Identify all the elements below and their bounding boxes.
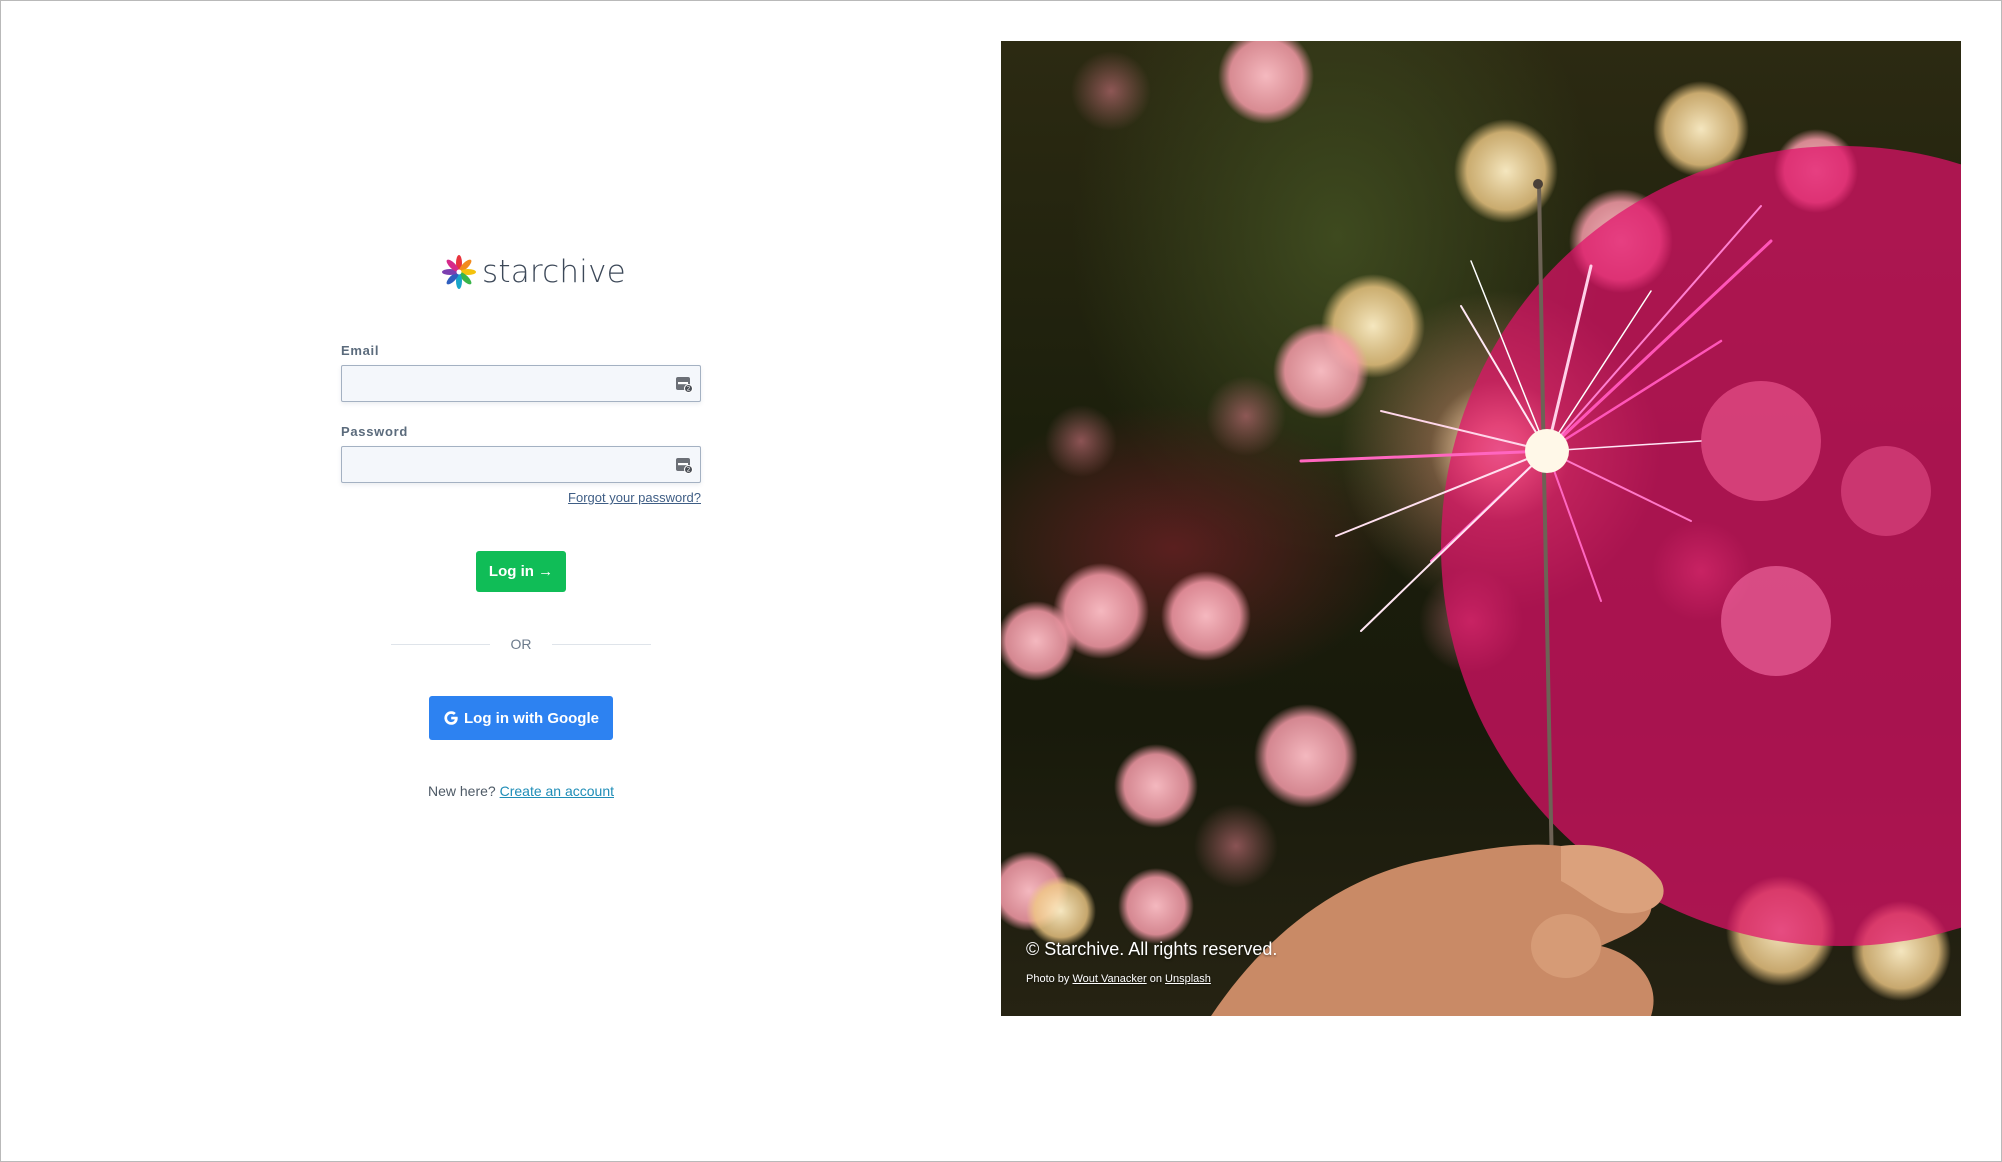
- credit-source-link[interactable]: Unsplash: [1165, 973, 1211, 985]
- email-input[interactable]: [342, 366, 662, 401]
- credit-prefix: Photo by: [1026, 973, 1070, 985]
- brand-logo: starchive: [442, 250, 626, 294]
- signup-prompt: New here?: [428, 783, 496, 799]
- password-manager-icon[interactable]: 2: [675, 456, 693, 474]
- password-label: Password: [341, 424, 409, 439]
- divider-line-right: [552, 644, 651, 645]
- forgot-password-link[interactable]: Forgot your password?: [562, 490, 701, 505]
- google-login-button[interactable]: Log in with Google: [429, 696, 613, 740]
- login-button[interactable]: Log in →: [476, 551, 566, 592]
- signup-line: New here? Create an account: [391, 783, 651, 799]
- email-label: Email: [341, 343, 380, 358]
- email-field[interactable]: 2: [341, 365, 701, 402]
- or-divider: OR: [391, 633, 651, 655]
- starchive-flower-icon: [442, 255, 476, 289]
- password-input[interactable]: [342, 447, 662, 482]
- google-g-icon: [444, 711, 458, 725]
- photo-credit: Photo by Wout Vanacker on Unsplash: [1026, 973, 1211, 985]
- brand-name: starchive: [482, 254, 626, 290]
- create-account-link[interactable]: Create an account: [500, 783, 614, 799]
- password-field[interactable]: 2: [341, 446, 701, 483]
- credit-author-link[interactable]: Wout Vanacker: [1072, 973, 1146, 985]
- svg-text:2: 2: [687, 467, 691, 474]
- google-button-label: Log in with Google: [464, 709, 599, 727]
- copyright-text: © Starchive. All rights reserved.: [1026, 939, 1278, 959]
- svg-text:2: 2: [687, 386, 691, 393]
- password-manager-icon[interactable]: 2: [675, 375, 693, 393]
- hero-photo: © Starchive. All rights reserved. Photo …: [1001, 41, 1961, 1016]
- login-button-label: Log in →: [488, 563, 554, 580]
- credit-mid: on: [1149, 973, 1162, 985]
- sparkler-photo: [1001, 41, 1961, 1016]
